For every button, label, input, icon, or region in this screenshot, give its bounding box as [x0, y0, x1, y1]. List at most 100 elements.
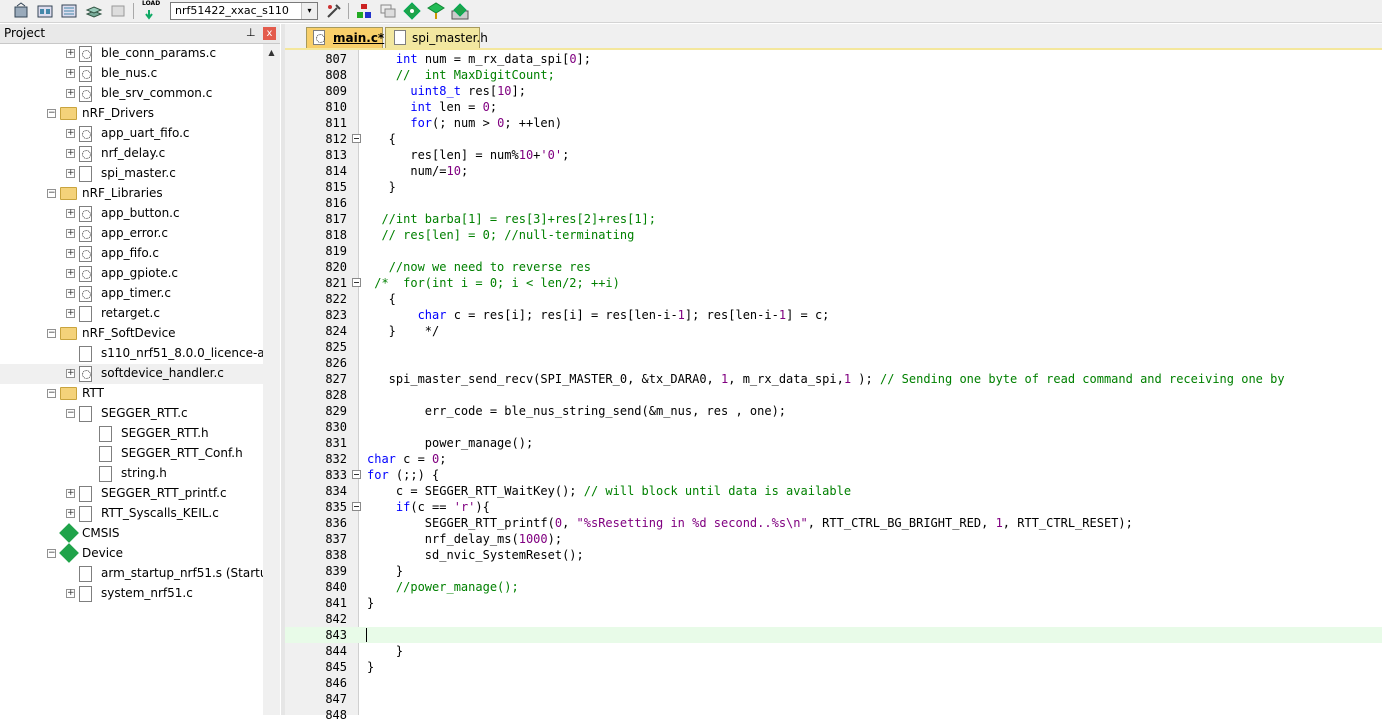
tree-item-spi-master-c[interactable]: + spi_master.c [0, 164, 263, 184]
tree-item-app-button-c[interactable]: + app_button.c [0, 204, 263, 224]
expand-icon[interactable]: + [66, 269, 75, 278]
code-line[interactable]: 831 power_manage(); [285, 435, 1382, 451]
code-line[interactable]: 840 //power_manage(); [285, 579, 1382, 595]
load-download-icon[interactable]: LOAD [140, 0, 160, 20]
tree-item-ble-srv-common-c[interactable]: + ble_srv_common.c [0, 84, 263, 104]
translate-icon[interactable] [12, 2, 30, 20]
rebuild-icon[interactable] [60, 2, 78, 20]
code-line[interactable]: 846 [285, 675, 1382, 691]
fold-collapse-icon[interactable] [352, 134, 361, 143]
tree-item-s110-nrf51-8-0-0-licence-agree[interactable]: s110_nrf51_8.0.0_licence-agree [0, 344, 263, 364]
options-for-target-icon[interactable] [325, 2, 343, 20]
select-packs-icon[interactable] [403, 2, 421, 20]
build-icon[interactable] [36, 2, 54, 20]
collapse-icon[interactable]: − [66, 409, 75, 418]
code-line[interactable]: 829 err_code = ble_nus_string_send(&m_nu… [285, 403, 1382, 419]
code-line[interactable]: 834 c = SEGGER_RTT_WaitKey(); // will bl… [285, 483, 1382, 499]
code-editor[interactable]: 807 int num = m_rx_data_spi[0]; 808 // in… [285, 50, 1382, 722]
code-line[interactable]: 838 sd_nvic_SystemReset(); [285, 547, 1382, 563]
tree-item-segger-rtt-conf-h[interactable]: SEGGER_RTT_Conf.h [0, 444, 263, 464]
tree-item-rtt-syscalls-keil-c[interactable]: + RTT_Syscalls_KEIL.c [0, 504, 263, 524]
expand-icon[interactable]: + [66, 249, 75, 258]
code-line[interactable]: 814 num/=10; [285, 163, 1382, 179]
code-line[interactable]: 812 { [285, 131, 1382, 147]
tab-main-c[interactable]: main.c* [306, 27, 384, 48]
code-line[interactable]: 832 char c = 0; [285, 451, 1382, 467]
collapse-icon[interactable]: − [47, 189, 56, 198]
code-line[interactable]: 847 [285, 691, 1382, 707]
expand-icon[interactable]: + [66, 209, 75, 218]
code-line[interactable]: 826 [285, 355, 1382, 371]
code-line[interactable]: 839 } [285, 563, 1382, 579]
tree-item-app-uart-fifo-c[interactable]: + app_uart_fifo.c [0, 124, 263, 144]
batch-build-icon[interactable] [85, 2, 103, 20]
expand-icon[interactable]: + [66, 589, 75, 598]
tree-item-rtt[interactable]: − RTT [0, 384, 263, 404]
chevron-down-icon[interactable]: ▾ [301, 3, 317, 19]
code-line[interactable]: 830 [285, 419, 1382, 435]
collapse-icon[interactable]: − [47, 389, 56, 398]
code-line[interactable]: 833 for (;;) { [285, 467, 1382, 483]
expand-icon[interactable]: + [66, 129, 75, 138]
scroll-up-icon[interactable]: ▲ [263, 44, 280, 61]
expand-icon[interactable]: + [66, 49, 75, 58]
code-line[interactable]: 818 // res[len] = 0; //null-terminating [285, 227, 1382, 243]
code-line[interactable]: 820 //now we need to reverse res [285, 259, 1382, 275]
code-line[interactable]: 836 SEGGER_RTT_printf(0, "%sResetting in… [285, 515, 1382, 531]
expand-icon[interactable]: + [66, 69, 75, 78]
code-line[interactable]: 841} [285, 595, 1382, 611]
expand-icon[interactable]: + [66, 309, 75, 318]
code-line[interactable]: 823 char c = res[i]; res[i] = res[len-i-… [285, 307, 1382, 323]
code-line[interactable]: 810 int len = 0; [285, 99, 1382, 115]
tree-item-nrf-softdevice[interactable]: − nRF_SoftDevice [0, 324, 263, 344]
code-line[interactable]: 816 [285, 195, 1382, 211]
tree-item-app-timer-c[interactable]: + app_timer.c [0, 284, 263, 304]
code-line[interactable]: 825 [285, 339, 1382, 355]
tree-item-app-error-c[interactable]: + app_error.c [0, 224, 263, 244]
expand-icon[interactable]: + [66, 89, 75, 98]
tree-item-nrf-drivers[interactable]: − nRF_Drivers [0, 104, 263, 124]
tree-item-app-fifo-c[interactable]: + app_fifo.c [0, 244, 263, 264]
code-line[interactable]: 817 //int barba[1] = res[3]+res[2]+res[1… [285, 211, 1382, 227]
code-line[interactable]: 807 int num = m_rx_data_spi[0]; [285, 51, 1382, 67]
expand-icon[interactable]: + [66, 169, 75, 178]
tree-item-arm-startup-nrf51-s-startup[interactable]: arm_startup_nrf51.s (Startup) [0, 564, 263, 584]
tree-item-nrf-libraries[interactable]: − nRF_Libraries [0, 184, 263, 204]
tab-spi-master-h[interactable]: spi_master.h [385, 27, 488, 48]
code-line[interactable]: 843 [285, 627, 1382, 643]
fold-collapse-icon[interactable] [352, 470, 361, 479]
tree-item-app-gpiote-c[interactable]: + app_gpiote.c [0, 264, 263, 284]
code-line[interactable]: 827 spi_master_send_recv(SPI_MASTER_0, &… [285, 371, 1382, 387]
code-line[interactable]: 821 /* for(int i = 0; i < len/2; ++i) [285, 275, 1382, 291]
code-line[interactable]: 837 nrf_delay_ms(1000); [285, 531, 1382, 547]
manage-project-items-icon[interactable] [355, 2, 373, 20]
tree-item-string-h[interactable]: string.h [0, 464, 263, 484]
target-select[interactable]: nrf51422_xxac_s110 ▾ [170, 2, 318, 20]
expand-icon[interactable]: + [66, 289, 75, 298]
code-line[interactable]: 819 [285, 243, 1382, 259]
manage-run-time-environment-icon[interactable] [451, 2, 469, 20]
collapse-icon[interactable]: − [47, 549, 56, 558]
fold-collapse-icon[interactable] [352, 502, 361, 511]
tree-item-cmsis[interactable]: CMSIS [0, 523, 263, 544]
code-line[interactable]: 844 } [285, 643, 1382, 659]
expand-icon[interactable]: + [66, 149, 75, 158]
tree-item-device[interactable]: − Device [0, 543, 263, 564]
code-line[interactable]: 828 [285, 387, 1382, 403]
tree-item-system-nrf51-c[interactable]: + system_nrf51.c [0, 584, 263, 604]
expand-icon[interactable]: + [66, 369, 75, 378]
code-line[interactable]: 811 for(; num > 0; ++len) [285, 115, 1382, 131]
tree-item-segger-rtt-h[interactable]: SEGGER_RTT.h [0, 424, 263, 444]
code-line[interactable]: 815 } [285, 179, 1382, 195]
code-line[interactable]: 842 [285, 611, 1382, 627]
code-line[interactable]: 824 } */ [285, 323, 1382, 339]
expand-icon[interactable]: + [66, 509, 75, 518]
pin-icon[interactable]: ⊥ [246, 26, 256, 39]
tree-item-retarget-c[interactable]: + retarget.c [0, 304, 263, 324]
fold-collapse-icon[interactable] [352, 278, 361, 287]
stop-build-icon[interactable] [109, 2, 127, 20]
code-line[interactable]: 848 [285, 707, 1382, 723]
pack-installer-icon[interactable] [427, 2, 445, 20]
code-line[interactable]: 808 // int MaxDigitCount; [285, 67, 1382, 83]
code-line[interactable]: 813 res[len] = num%10+'0'; [285, 147, 1382, 163]
